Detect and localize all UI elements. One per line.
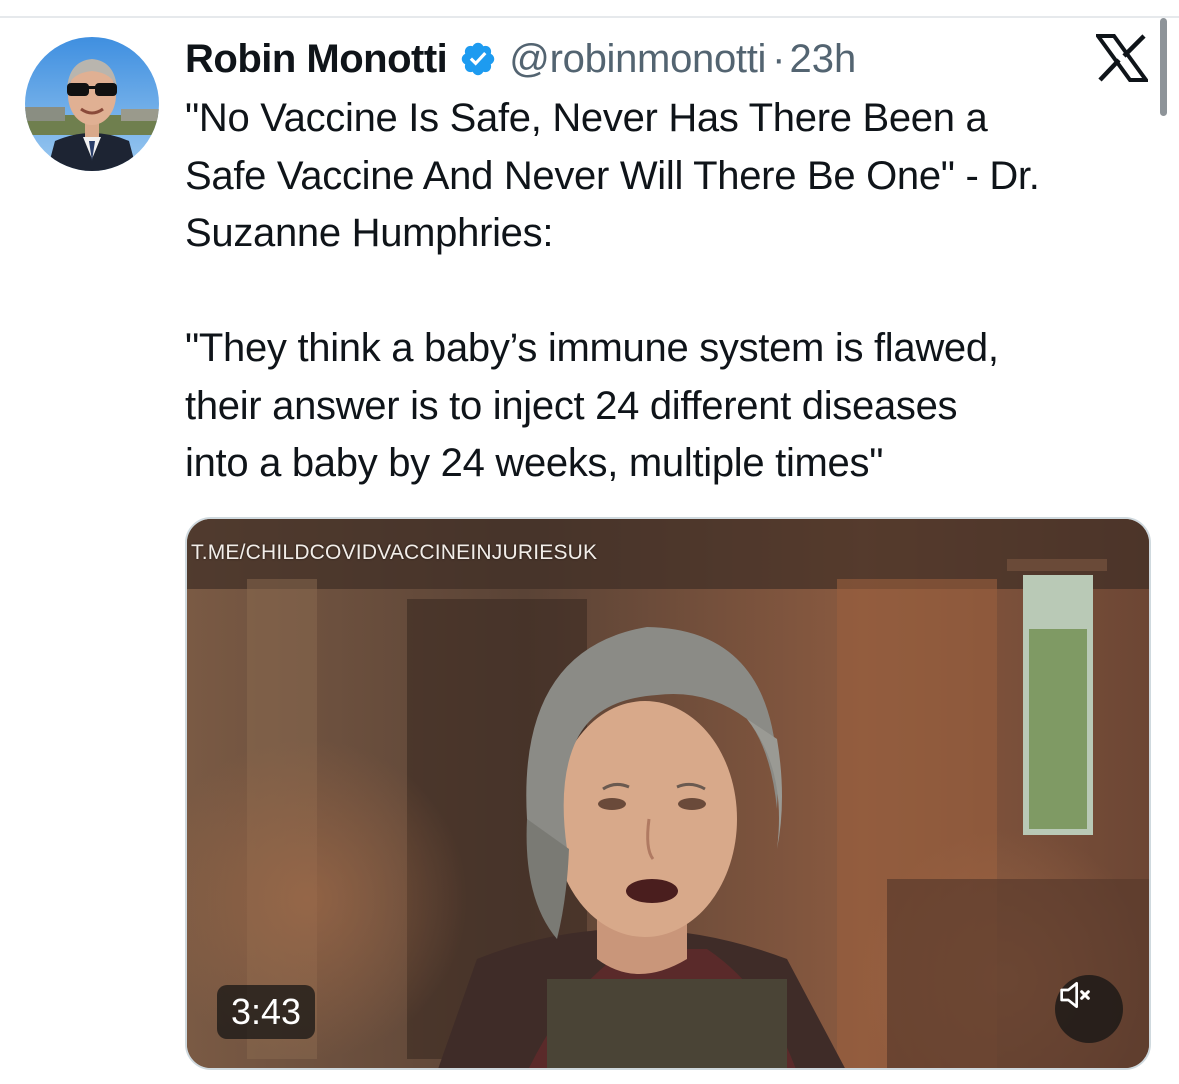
tweet-header: Robin Monotti @robinmonotti · 23h — [185, 32, 856, 86]
author-handle[interactable]: @robinmonotti — [509, 37, 766, 82]
video-watermark: T.ME/CHILDCOVIDVACCINEINJURIESUK — [191, 541, 598, 564]
tweet-paragraph: "No Vaccine Is Safe, Never Has There Bee… — [185, 96, 1040, 255]
mute-button[interactable] — [1055, 975, 1123, 1043]
author-display-name[interactable]: Robin Monotti — [185, 37, 448, 82]
video-frame — [187, 519, 1149, 1068]
tweet-paragraph: "They think a baby’s immune system is fl… — [185, 326, 999, 485]
video-player[interactable]: T.ME/CHILDCOVIDVACCINEINJURIESUK 3:43 — [185, 517, 1151, 1070]
x-logo-icon — [1094, 34, 1150, 82]
avatar[interactable] — [25, 37, 159, 171]
scrollbar[interactable] — [1160, 18, 1167, 116]
tweet-timestamp[interactable]: 23h — [789, 37, 856, 82]
verified-badge-icon — [459, 40, 497, 78]
top-divider — [0, 16, 1179, 18]
video-duration-badge: 3:43 — [217, 985, 316, 1039]
separator-dot: · — [772, 36, 786, 81]
tweet-text: "No Vaccine Is Safe, Never Has There Bee… — [185, 90, 1160, 493]
